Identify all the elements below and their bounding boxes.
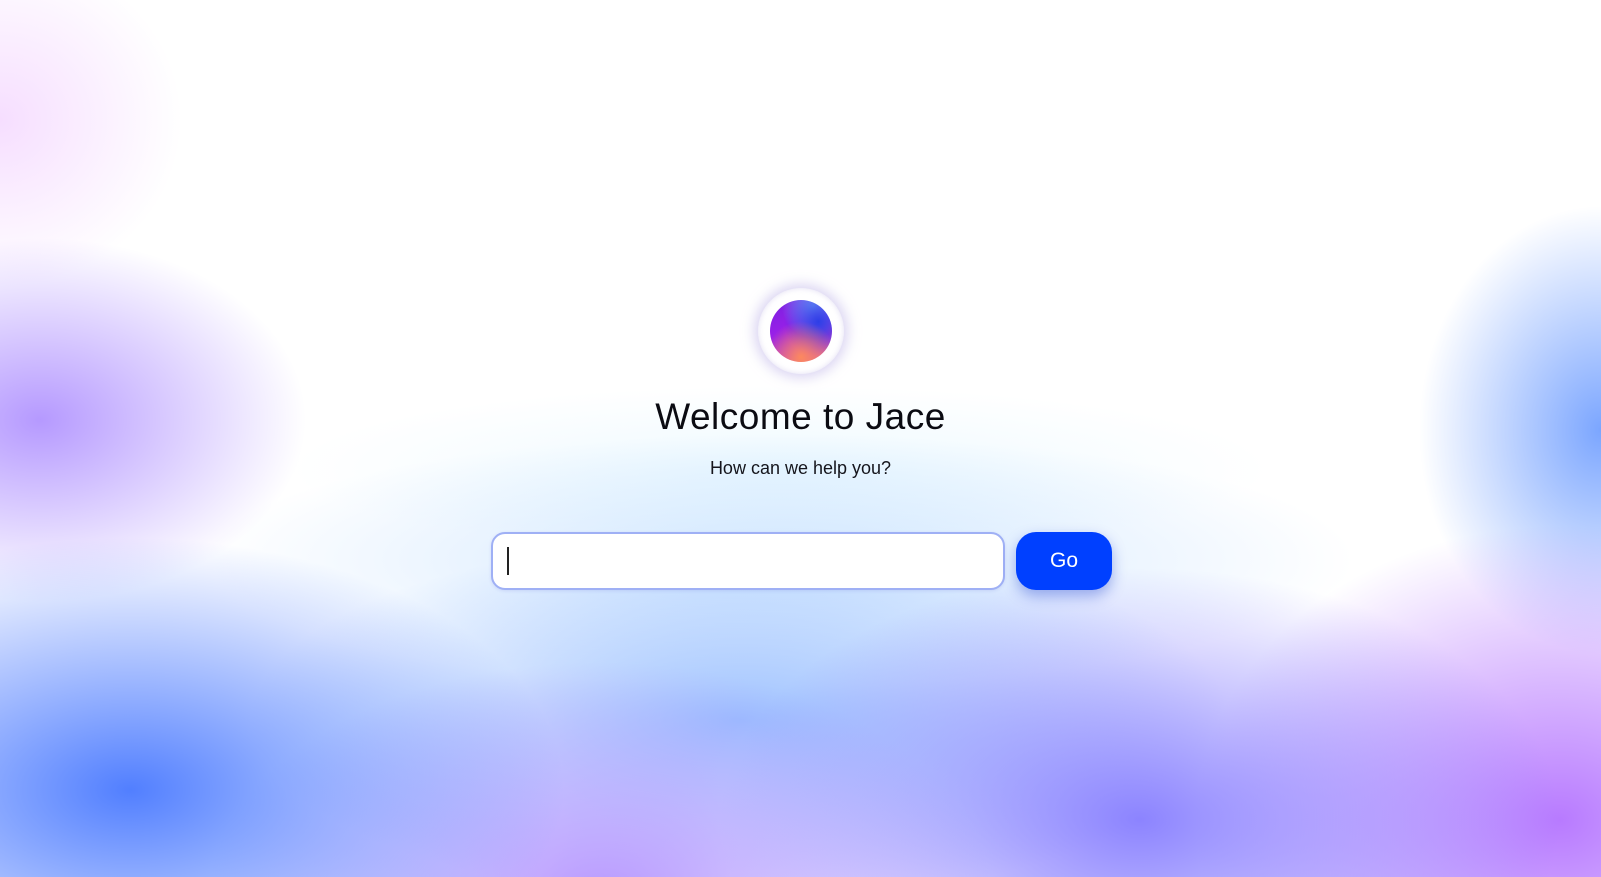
go-button[interactable]: Go [1016,532,1112,590]
text-cursor [507,547,509,575]
welcome-panel: Welcome to Jace How can we help you? Go [0,0,1601,877]
logo [758,288,844,374]
page-subtitle: How can we help you? [709,458,892,478]
orb-logo-icon [770,300,832,362]
page-title: Welcome to Jace [655,396,946,437]
prompt-input[interactable] [491,532,1005,590]
